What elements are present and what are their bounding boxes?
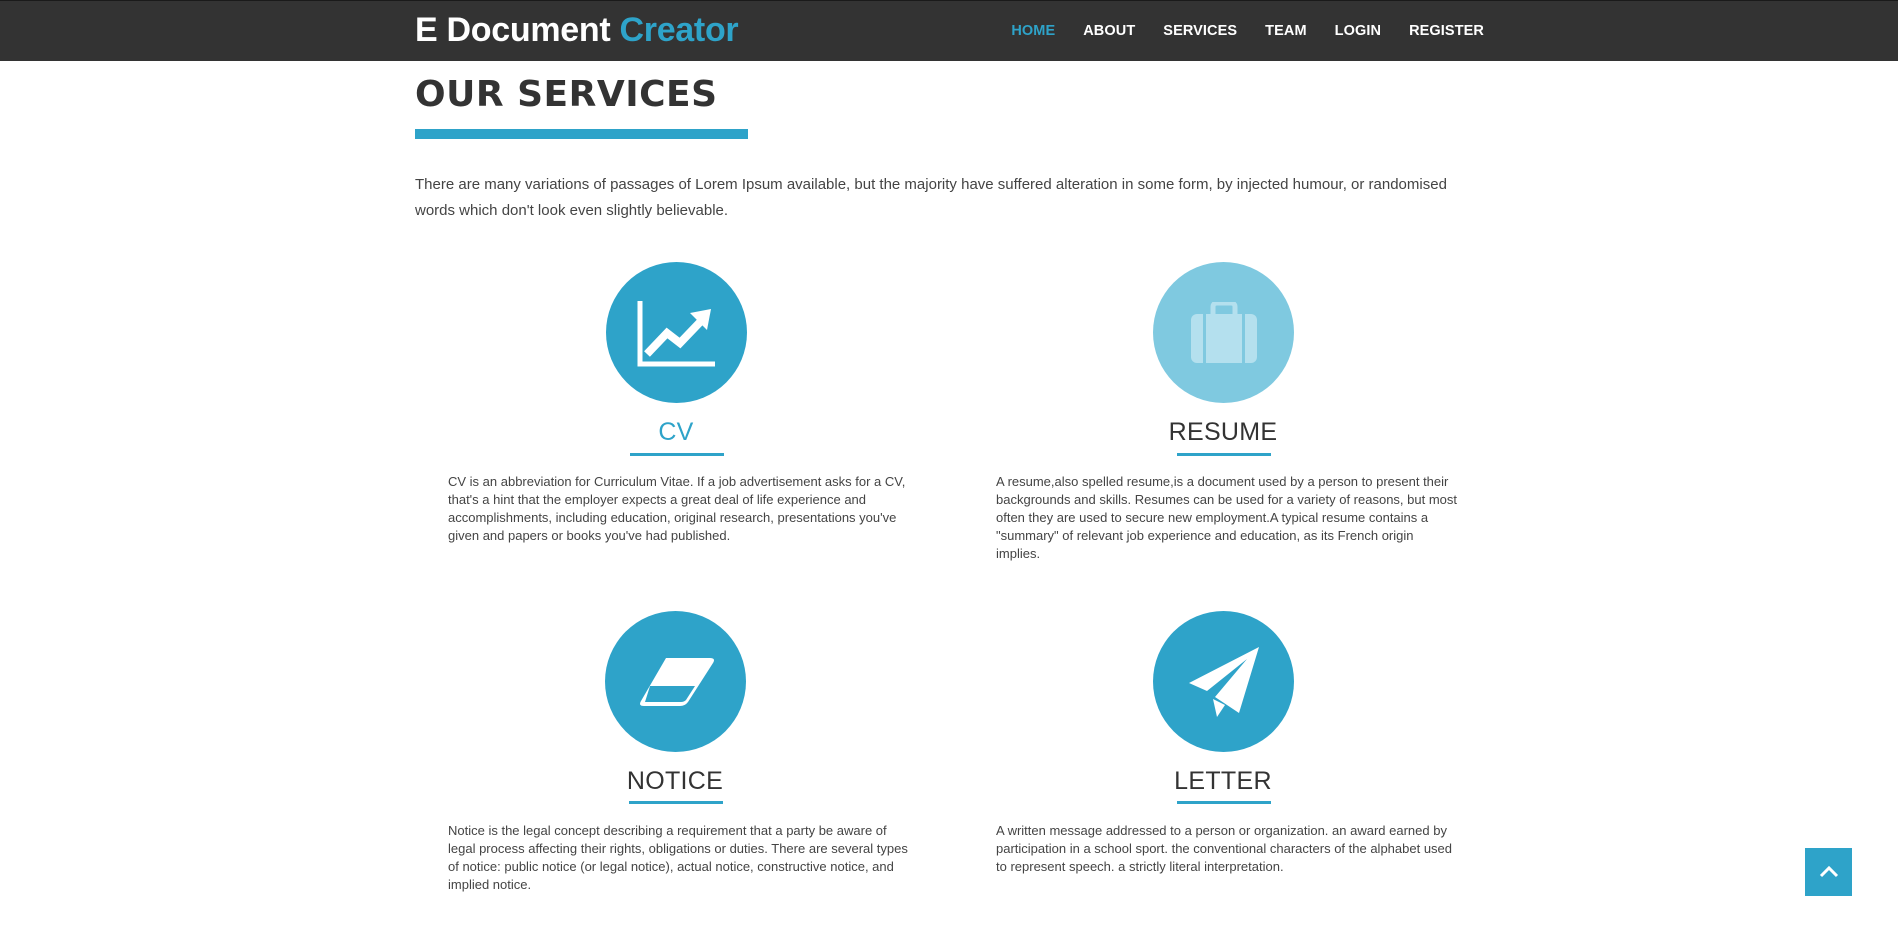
service-title-cv: CV [658,418,694,446]
scroll-top-button[interactable] [1805,848,1852,896]
service-icon-circle[interactable] [1153,262,1294,403]
main-nav: HOME ABOUT SERVICES TEAM LOGIN REGISTER [1011,23,1484,39]
nav-item-register[interactable]: REGISTER [1409,23,1484,39]
chevron-up-icon [1819,865,1838,878]
section-intro: There are many variations of passages of… [415,176,1447,219]
service-icon-circle[interactable] [606,262,747,403]
service-text-notice: Notice is the legal concept describing a… [448,823,908,892]
brand-logo[interactable]: E Document Creator [415,11,739,50]
nav-item-login[interactable]: LOGIN [1335,23,1381,39]
service-title-letter: LETTER [1174,767,1272,795]
brand-name-part2: Creator [619,11,739,49]
service-title-resume: RESUME [1168,418,1278,446]
nav-item-about[interactable]: ABOUT [1083,23,1135,39]
service-text-cv: CV is an abbreviation for Curriculum Vit… [448,474,906,543]
title-underline [415,129,748,139]
paper-plane-icon [1188,646,1259,717]
service-title-underline [1177,801,1271,804]
service-title-notice: NOTICE [626,767,724,795]
line-chart-icon [637,300,715,366]
nav-item-services[interactable]: SERVICES [1163,23,1237,39]
section-title: OUR SERVICES [415,74,718,115]
nav-item-team[interactable]: TEAM [1265,23,1306,39]
service-icon-circle[interactable] [1153,611,1294,752]
service-icon-circle[interactable] [605,611,746,752]
eraser-icon [639,657,714,706]
nav-item-home[interactable]: HOME [1011,23,1055,39]
navbar: E Document Creator HOME ABOUT SERVICES T… [0,0,1898,61]
brand-name-part1: E Document [415,11,611,49]
service-title-underline [1177,453,1271,456]
service-title-underline [630,453,724,456]
service-text-letter: A written message addressed to a person … [996,823,1453,874]
service-title-underline [629,801,723,804]
briefcase-icon [1190,301,1257,363]
service-text-resume: A resume,also spelled resume,is a docume… [996,474,1458,561]
